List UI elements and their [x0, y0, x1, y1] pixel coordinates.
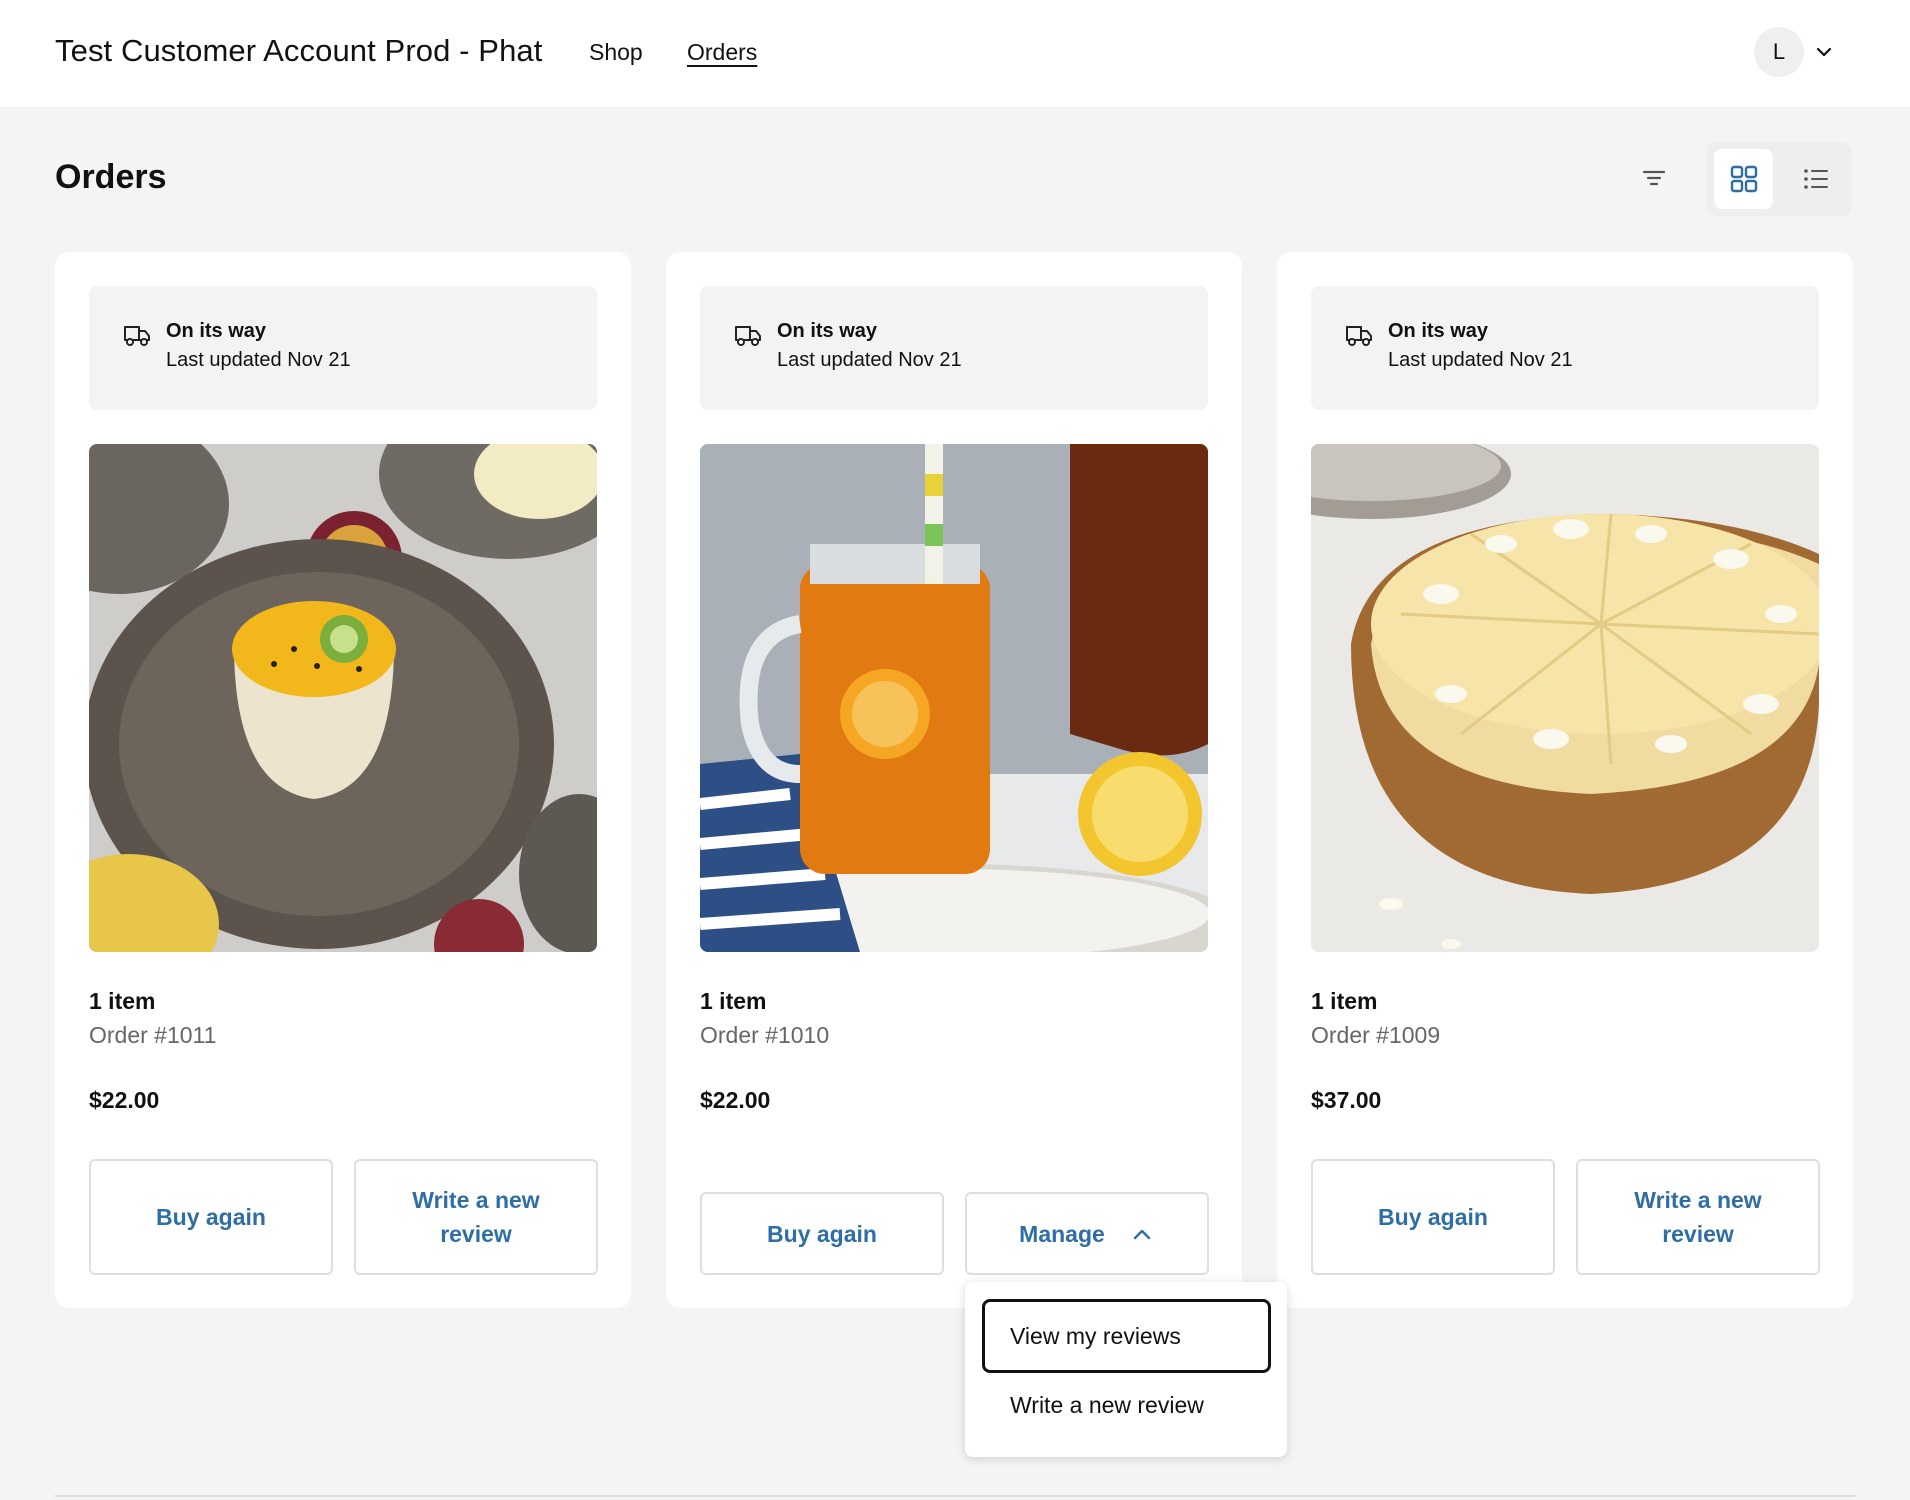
- order-number: Order #1010: [700, 1022, 830, 1048]
- fulfillment-status: On its way Last updated Nov 21: [700, 286, 1208, 410]
- page-title: Orders: [55, 158, 167, 196]
- status-title: On its way: [166, 320, 267, 342]
- nav-shop-link[interactable]: Shop: [589, 39, 643, 66]
- order-card[interactable]: On its way Last updated Nov 21 1 item Or…: [666, 252, 1242, 1308]
- footer-divider: [55, 1495, 1855, 1497]
- status-updated: Last updated Nov 21: [166, 349, 351, 371]
- truck-icon: [734, 322, 762, 348]
- status-updated: Last updated Nov 21: [1388, 349, 1573, 371]
- item-count: 1 item: [1311, 988, 1378, 1014]
- shop-name[interactable]: Test Customer Account Prod - Phat: [55, 33, 542, 69]
- view-my-reviews-menu-item[interactable]: View my reviews: [982, 1299, 1271, 1373]
- order-card[interactable]: On its way Last updated Nov 21 1 item Or: [1277, 252, 1853, 1308]
- truck-icon: [1345, 322, 1373, 348]
- manage-dropdown-menu: View my reviews Write a new review: [965, 1282, 1287, 1457]
- order-card[interactable]: On its way Last updated Nov 21 1 item Or: [55, 252, 631, 1308]
- product-image[interactable]: [89, 444, 597, 952]
- order-total: $22.00: [700, 1087, 771, 1113]
- chevron-down-icon[interactable]: [1814, 42, 1834, 62]
- filter-icon[interactable]: [1638, 162, 1670, 194]
- item-count: 1 item: [700, 988, 767, 1014]
- buy-again-button[interactable]: Buy again: [1311, 1159, 1555, 1275]
- write-review-button[interactable]: Write a new review: [1576, 1159, 1820, 1275]
- order-number: Order #1011: [89, 1022, 217, 1048]
- buy-again-button[interactable]: Buy again: [89, 1159, 333, 1275]
- grid-view-button[interactable]: [1714, 149, 1773, 209]
- top-bar: Test Customer Account Prod - Phat Shop O…: [0, 0, 1910, 107]
- order-total: $37.00: [1311, 1087, 1382, 1113]
- fulfillment-status: On its way Last updated Nov 21: [89, 286, 597, 410]
- write-review-label: Write a new review: [1634, 1187, 1762, 1247]
- product-image[interactable]: [700, 444, 1208, 952]
- nav-orders-link[interactable]: Orders: [687, 39, 757, 66]
- avatar[interactable]: L: [1754, 27, 1804, 77]
- status-title: On its way: [1388, 320, 1489, 342]
- list-view-button[interactable]: [1786, 149, 1845, 209]
- list-view-icon: [1803, 169, 1828, 189]
- manage-label: Manage: [1019, 1220, 1105, 1247]
- buy-again-button[interactable]: Buy again: [700, 1192, 944, 1275]
- write-review-label: Write a new review: [412, 1187, 540, 1247]
- order-total: $22.00: [89, 1087, 160, 1113]
- order-number: Order #1009: [1311, 1022, 1441, 1048]
- write-new-review-menu-item[interactable]: Write a new review: [982, 1368, 1271, 1442]
- item-count: 1 item: [89, 988, 156, 1014]
- manage-button[interactable]: Manage: [965, 1192, 1209, 1275]
- write-review-button[interactable]: Write a new review: [354, 1159, 598, 1275]
- view-mode-toggle: [1707, 142, 1852, 216]
- grid-view-icon: [1730, 165, 1757, 193]
- status-title: On its way: [777, 320, 878, 342]
- fulfillment-status: On its way Last updated Nov 21: [1311, 286, 1819, 410]
- product-image[interactable]: [1311, 444, 1819, 952]
- chevron-up-icon: [1133, 1229, 1151, 1239]
- status-updated: Last updated Nov 21: [777, 349, 962, 371]
- truck-icon: [123, 322, 151, 348]
